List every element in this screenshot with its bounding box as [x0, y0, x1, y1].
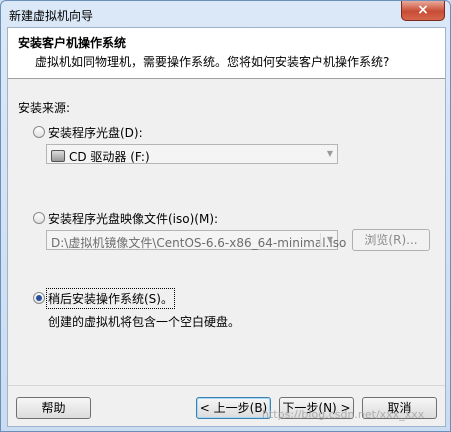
browse-button[interactable]: 浏览(R)... — [352, 229, 430, 251]
page-subtitle: 虚拟机如同物理机，需要操作系统。您将如何安装客户机操作系统? — [35, 55, 390, 69]
iso-radio[interactable] — [33, 212, 45, 224]
disc-option-label[interactable]: 安装程序光盘(D): — [48, 124, 143, 141]
install-later-description: 创建的虚拟机将包含一个空白硬盘。 — [48, 315, 241, 329]
install-later-option-label[interactable]: 稍后安装操作系统(S)。 — [46, 288, 175, 309]
page-title: 安装客户机操作系统 — [18, 36, 127, 50]
disc-radio[interactable] — [33, 126, 45, 138]
iso-option-label[interactable]: 安装程序光盘映像文件(iso)(M): — [48, 210, 218, 227]
chevron-down-icon: ▼ — [326, 235, 333, 244]
close-button[interactable]: × — [401, 1, 445, 21]
wizard-header: 安装客户机操作系统 虚拟机如同物理机，需要操作系统。您将如何安装客户机操作系统? — [8, 28, 445, 79]
title-bar: 新建虚拟机向导 × — [1, 1, 450, 27]
combo-separator — [320, 233, 321, 247]
help-button[interactable]: 帮助 — [16, 397, 91, 419]
drive-select[interactable]: CD 驱动器 (F:) ▼ — [46, 144, 338, 164]
install-later-radio[interactable] — [33, 292, 45, 304]
iso-path-select[interactable]: D:\虚拟机镜像文件\CentOS-6.6-x86_64-minimal.iso… — [46, 230, 346, 250]
window-title: 新建虚拟机向导 — [9, 9, 94, 23]
watermark-text: https://blog.csdn.net/xxx_xxx — [262, 408, 425, 421]
install-source-label: 安装来源: — [18, 101, 71, 115]
wizard-window: 新建虚拟机向导 × 安装客户机操作系统 虚拟机如同物理机，需要操作系统。您将如何… — [0, 0, 451, 432]
drive-select-value: CD 驱动器 (F:) — [69, 150, 150, 164]
wizard-client-area: 安装客户机操作系统 虚拟机如同物理机，需要操作系统。您将如何安装客户机操作系统?… — [7, 27, 446, 427]
chevron-down-icon: ▼ — [326, 149, 333, 158]
back-button[interactable]: < 上一步(B) — [196, 397, 271, 419]
cd-drive-icon — [51, 150, 65, 162]
iso-path-value: D:\虚拟机镜像文件\CentOS-6.6-x86_64-minimal.iso — [51, 236, 347, 250]
